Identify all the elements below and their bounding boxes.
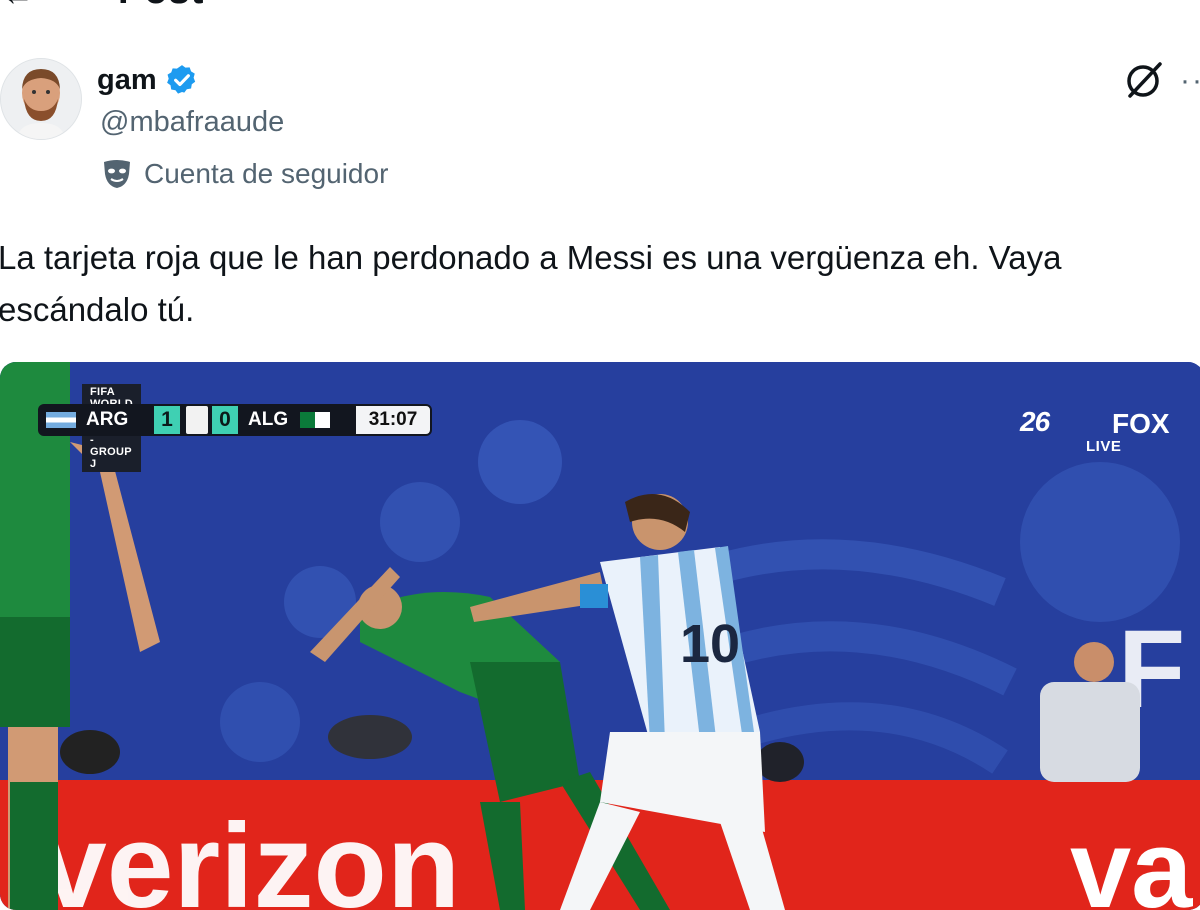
back-arrow-icon[interactable]: ←	[2, 0, 34, 13]
team2-label: ALG	[248, 409, 289, 430]
score-teams: ARG 1 0 ALG	[38, 404, 354, 436]
more-options-icon[interactable]: ··	[1180, 64, 1200, 98]
live-label: LIVE	[1086, 438, 1122, 455]
verified-badge-icon	[165, 63, 199, 97]
author-handle[interactable]: @mbafraaude	[100, 106, 284, 139]
score-panel: ARG 1 0 ALG 31:07	[38, 404, 433, 436]
top-bar: ← Post	[0, 0, 1200, 16]
network-label: FOX	[1112, 408, 1170, 439]
page-title: Post	[118, 0, 204, 13]
follower-account-label: Cuenta de seguidor	[144, 158, 389, 189]
svg-text:va: va	[1070, 808, 1193, 910]
avatar-image	[1, 59, 81, 139]
argentina-flag-icon	[46, 412, 76, 428]
broadcaster-logo: 26 FOX LIVE	[1020, 406, 1180, 456]
team1-score: 1	[154, 406, 180, 434]
mask-icon	[100, 158, 134, 190]
jersey-number: 10	[680, 614, 740, 674]
author-name-row: gam	[97, 62, 199, 98]
post-text: La tarjeta roja que le han perdonado a M…	[0, 239, 1062, 328]
team2-score: 0	[212, 406, 238, 434]
world-cup-26-logo: 26	[1020, 406, 1050, 437]
svg-text:verizon: verizon	[40, 799, 460, 910]
algeria-flag-icon	[300, 412, 330, 428]
match-clock: 31:07	[354, 404, 432, 436]
trophy-icon	[186, 406, 208, 434]
follower-account-row: Cuenta de seguidor	[100, 158, 388, 190]
team1-label: ARG	[86, 409, 129, 430]
grok-icon[interactable]	[1122, 60, 1166, 100]
display-name[interactable]: gam	[97, 64, 157, 97]
avatar[interactable]	[0, 58, 82, 140]
